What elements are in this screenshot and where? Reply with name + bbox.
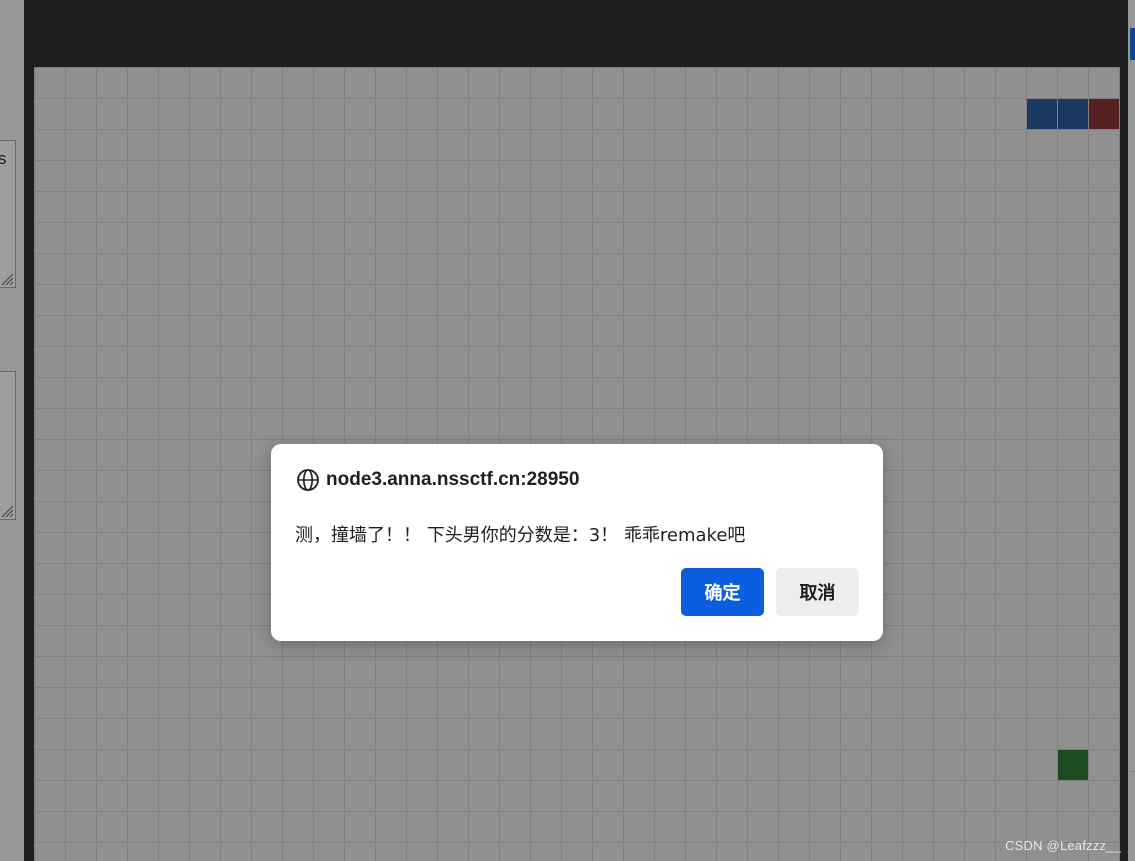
- globe-icon: [297, 469, 319, 491]
- modal-overlay: [0, 0, 1135, 861]
- watermark: CSDN @Leafzzz__: [1005, 838, 1121, 853]
- ok-button[interactable]: 确定: [681, 568, 764, 616]
- alert-dialog: node3.anna.nssctf.cn:28950 测，撞墙了！！ 下头男你的…: [271, 444, 883, 641]
- cancel-button[interactable]: 取消: [776, 568, 859, 616]
- dialog-message: 测，撞墙了！！ 下头男你的分数是：3！ 乖乖remake吧: [295, 525, 746, 546]
- dialog-header: node3.anna.nssctf.cn:28950: [296, 468, 579, 492]
- dialog-origin: node3.anna.nssctf.cn:28950: [326, 469, 580, 490]
